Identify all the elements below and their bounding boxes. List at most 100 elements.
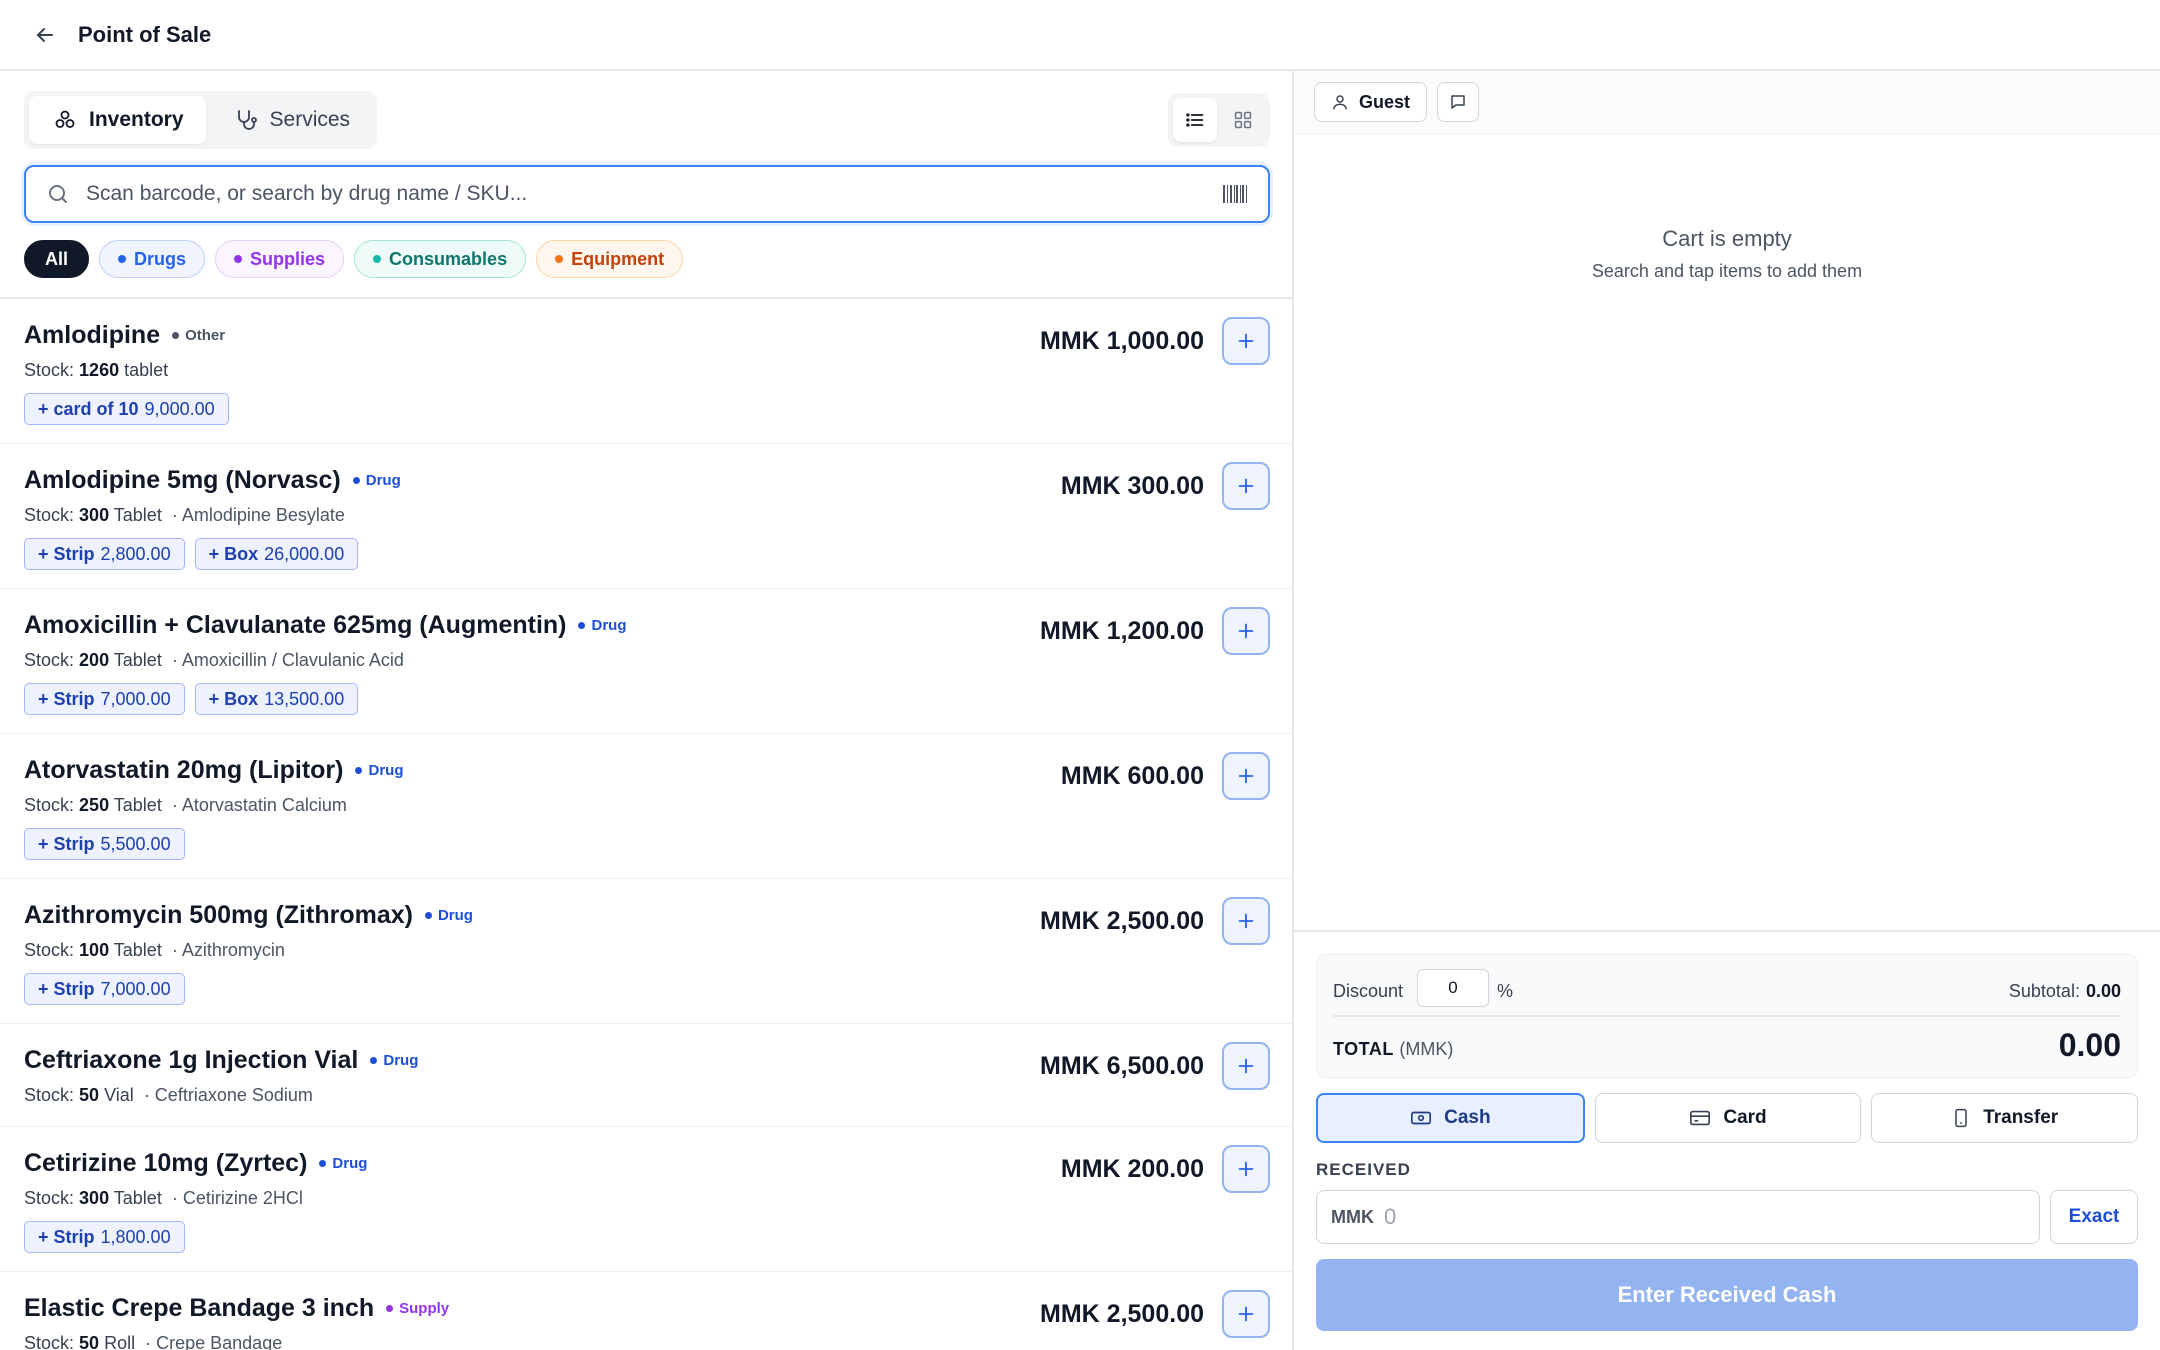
filter-chip-label: Drugs xyxy=(134,248,187,269)
payment-cash-button[interactable]: Cash xyxy=(1316,1093,1585,1143)
enter-received-cash-button[interactable]: Enter Received Cash xyxy=(1316,1259,2138,1331)
category-dot-icon xyxy=(355,767,363,774)
filter-chip-consumables[interactable]: Consumables xyxy=(354,240,527,278)
category-dot-icon xyxy=(373,255,382,263)
add-to-cart-button[interactable] xyxy=(1222,462,1270,510)
stock-unit: Roll xyxy=(104,1333,136,1350)
plus-icon xyxy=(1238,913,1254,929)
product-price: MMK 200.00 xyxy=(1060,1155,1204,1183)
add-to-cart-button[interactable] xyxy=(1222,317,1270,365)
product-price: MMK 1,000.00 xyxy=(1040,327,1204,355)
filter-chip-equipment[interactable]: Equipment xyxy=(536,240,684,278)
add-pack-button[interactable]: + Box 26,000.00 xyxy=(194,538,359,570)
pack-label: + Strip xyxy=(38,1226,95,1247)
category-badge: Supply xyxy=(386,1300,449,1317)
total-label-text: TOTAL xyxy=(1333,1039,1394,1059)
product-row[interactable]: Elastic Crepe Bandage 3 inch Supply Stock:… xyxy=(0,1272,1292,1350)
received-amount-input[interactable] xyxy=(1384,1204,1984,1230)
pack-options: + Strip 2,800.00 + Box 26,000.00 xyxy=(24,538,359,570)
list-view-button[interactable] xyxy=(1173,98,1217,142)
product-name-line: Azithromycin 500mg (Zithromax) Drug xyxy=(24,901,473,930)
customer-label: Guest xyxy=(1359,91,1411,112)
add-to-cart-button[interactable] xyxy=(1222,1042,1270,1090)
add-to-cart-button[interactable] xyxy=(1222,897,1270,945)
discount-unit: % xyxy=(1497,981,1514,1001)
stock-unit: Tablet xyxy=(113,650,162,670)
received-label: RECEIVED xyxy=(1316,1160,1411,1179)
product-row[interactable]: Azithromycin 500mg (Zithromax) Drug Stock:… xyxy=(0,879,1292,1024)
search-icon xyxy=(46,182,70,206)
category-label: Drug xyxy=(437,907,473,924)
add-to-cart-button[interactable] xyxy=(1222,1145,1270,1193)
grid-view-button[interactable] xyxy=(1221,98,1265,142)
category-label: Other xyxy=(185,327,226,344)
plus-icon xyxy=(1238,1161,1254,1177)
product-name: Amlodipine 5mg (Norvasc) xyxy=(24,466,341,494)
add-to-cart-button[interactable] xyxy=(1222,752,1270,800)
product-price: MMK 2,500.00 xyxy=(1040,1300,1204,1328)
add-pack-button[interactable]: + Strip 1,800.00 xyxy=(24,1221,185,1253)
back-button[interactable] xyxy=(25,15,65,55)
product-row[interactable]: Cetirizine 10mg (Zyrtec) Drug Stock: 300 T… xyxy=(0,1127,1292,1272)
category-label: Drug xyxy=(332,1155,368,1172)
list-icon xyxy=(1186,113,1204,127)
summary-divider xyxy=(1333,1015,2121,1017)
filter-chip-all[interactable]: All xyxy=(24,240,90,278)
filter-chip-label: Equipment xyxy=(571,248,665,269)
stock-unit: Tablet xyxy=(113,795,162,815)
pack-label: + card of 10 xyxy=(38,398,139,419)
stock-qty: 50 xyxy=(79,1085,100,1105)
add-pack-button[interactable]: + Box 13,500.00 xyxy=(194,683,359,715)
exact-amount-button[interactable]: Exact xyxy=(2050,1190,2138,1244)
category-dot-icon xyxy=(319,1160,327,1167)
stock-label: Stock: xyxy=(24,650,75,670)
product-price: MMK 300.00 xyxy=(1060,472,1204,500)
stock-label: Stock: xyxy=(24,795,75,815)
payment-transfer-button[interactable]: Transfer xyxy=(1871,1093,2139,1143)
pack-price: 13,500.00 xyxy=(264,688,345,709)
barcode-icon[interactable] xyxy=(1222,182,1248,206)
add-note-button[interactable] xyxy=(1437,82,1479,122)
total-value: 0.00 xyxy=(2058,1027,2121,1063)
tab-services[interactable]: Services xyxy=(210,96,373,144)
category-badge: Drug xyxy=(578,617,626,634)
add-pack-button[interactable]: + Strip 5,500.00 xyxy=(24,828,185,860)
filter-chip-drugs[interactable]: Drugs xyxy=(99,240,206,278)
plus-icon xyxy=(1238,768,1254,784)
category-label: Drug xyxy=(591,617,627,634)
received-currency: MMK xyxy=(1331,1206,1374,1227)
add-to-cart-button[interactable] xyxy=(1222,607,1270,655)
pack-options: + Strip 5,500.00 xyxy=(24,828,185,860)
customer-select-button[interactable]: Guest xyxy=(1314,82,1428,122)
subtotal-value: 0.00 xyxy=(2085,981,2121,1001)
stock-info: Stock: 50 Vial · Ceftriaxone Sodium xyxy=(24,1085,313,1106)
search-input[interactable] xyxy=(86,182,1222,206)
product-row[interactable]: Amlodipine 5mg (Norvasc) Drug Stock: 300 T… xyxy=(0,444,1292,589)
tab-inventory[interactable]: Inventory xyxy=(29,96,206,144)
add-pack-button[interactable]: + Strip 7,000.00 xyxy=(24,973,185,1005)
stock-info: Stock: 200 Tablet · Amoxicillin / Clavul… xyxy=(24,650,404,671)
product-row[interactable]: Atorvastatin 20mg (Lipitor) Drug Stock: 25… xyxy=(0,734,1292,879)
filter-chip-supplies[interactable]: Supplies xyxy=(215,240,345,278)
catalog-tabs: Inventory Services xyxy=(24,91,378,149)
product-row[interactable]: Ceftriaxone 1g Injection Vial Drug Stock: … xyxy=(0,1024,1292,1127)
product-row[interactable]: Amoxicillin + Clavulanate 625mg (Augment… xyxy=(0,589,1292,734)
category-dot-icon xyxy=(424,912,432,919)
stock-qty: 100 xyxy=(79,940,110,960)
add-pack-button[interactable]: + Strip 7,000.00 xyxy=(24,683,185,715)
discount-input[interactable] xyxy=(1417,969,1489,1007)
product-price: MMK 1,200.00 xyxy=(1040,617,1204,645)
add-to-cart-button[interactable] xyxy=(1222,1290,1270,1338)
product-name: Amoxicillin + Clavulanate 625mg (Augment… xyxy=(24,611,567,639)
product-row[interactable]: Amlodipine Other Stock: 1260 tablet + card … xyxy=(0,299,1292,444)
category-badge: Drug xyxy=(319,1155,367,1172)
add-pack-button[interactable]: + card of 10 9,000.00 xyxy=(24,393,229,425)
payment-card-button[interactable]: Card xyxy=(1594,1093,1862,1143)
stock-label: Stock: xyxy=(24,1188,75,1208)
category-label: Drug xyxy=(368,762,404,779)
product-list: Amlodipine Other Stock: 1260 tablet + card … xyxy=(0,299,1292,1350)
cart-empty-subtitle: Search and tap items to add them xyxy=(1591,261,1863,281)
plus-icon xyxy=(1238,623,1254,639)
add-pack-button[interactable]: + Strip 2,800.00 xyxy=(24,538,185,570)
pack-label: + Strip xyxy=(38,688,95,709)
